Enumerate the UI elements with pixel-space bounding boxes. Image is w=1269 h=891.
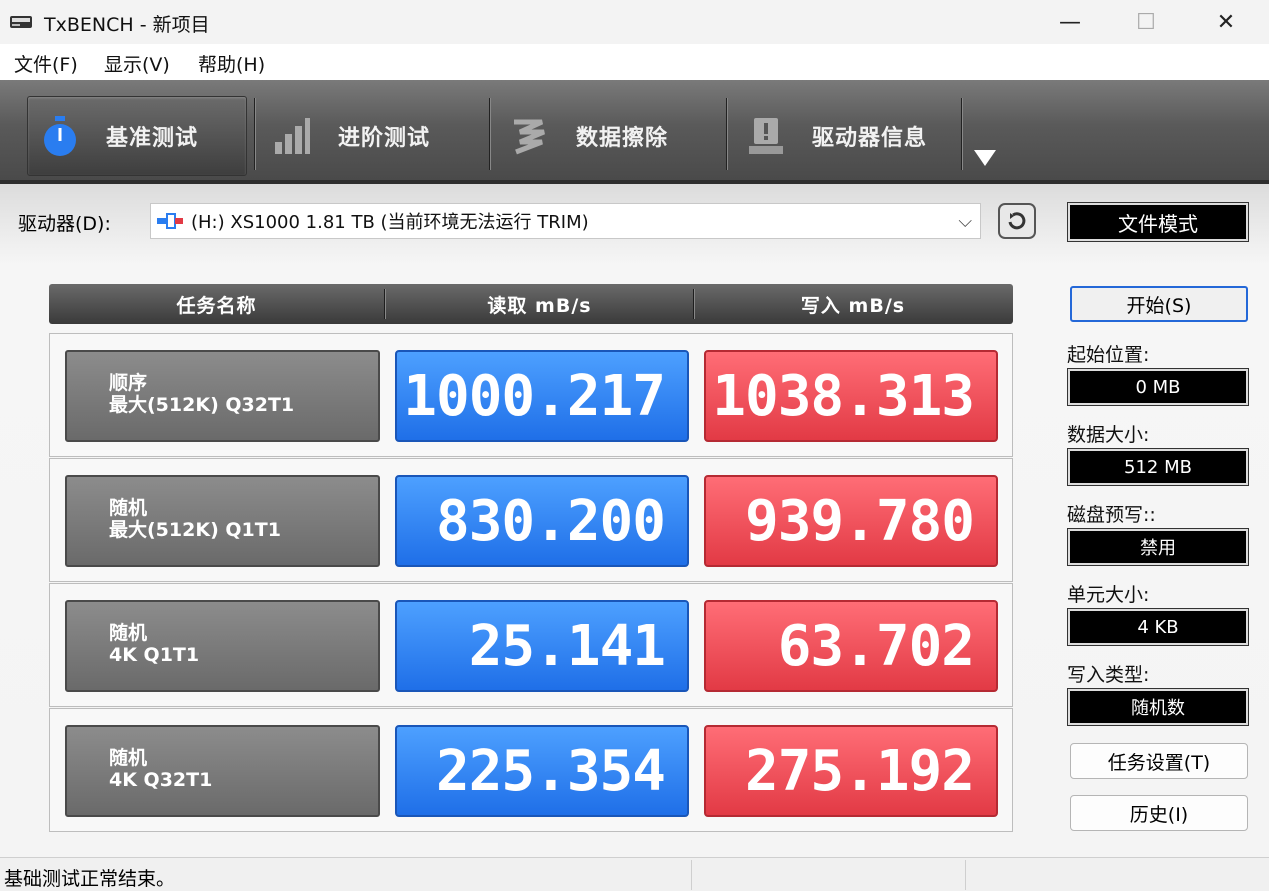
task-button[interactable]: 随机 最大(512K) Q1T1	[65, 475, 380, 567]
task-type: 随机	[109, 622, 148, 644]
start-button[interactable]: 开始(S)	[1070, 286, 1248, 322]
status-separator	[691, 860, 692, 890]
tab-benchmark-label: 基准测试	[106, 126, 199, 151]
main-panel: 驱动器(D): (H:) XS1000 1.81 TB (当前环境无法运行 TR…	[0, 184, 1269, 857]
task-settings-button[interactable]: 任务设置(T)	[1070, 743, 1248, 779]
tab-separator	[726, 98, 728, 170]
tab-benchmark[interactable]: 基准测试	[27, 96, 247, 176]
task-params: 4K Q1T1	[109, 644, 200, 666]
minimize-button[interactable]: —	[1030, 0, 1110, 44]
tab-separator	[489, 98, 491, 170]
maximize-button[interactable]: ☐	[1106, 0, 1186, 44]
menu-bar: 文件(F) 显示(V) 帮助(H)	[0, 44, 1269, 80]
tab-drive-info-label: 驱动器信息	[812, 126, 928, 151]
task-button[interactable]: 随机 4K Q1T1	[65, 600, 380, 692]
app-icon	[10, 16, 32, 28]
tab-erase[interactable]: 数据擦除	[510, 96, 668, 176]
data-size-value[interactable]: 512 MB	[1067, 448, 1249, 486]
read-value: 225.354	[395, 725, 689, 817]
result-row-4k-q32t1: 随机 4K Q32T1 225.354 275.192	[49, 708, 1013, 832]
result-row-rnd-q1t1: 随机 最大(512K) Q1T1 830.200 939.780	[49, 458, 1013, 582]
results-header: 任务名称 读取 mB/s 写入 mB/s	[49, 284, 1013, 324]
stopwatch-icon	[44, 116, 76, 156]
menu-help[interactable]: 帮助(H)	[198, 50, 265, 77]
tab-separator	[961, 98, 963, 170]
tab-drive-info[interactable]: 驱动器信息	[746, 96, 927, 176]
header-task: 任务名称	[176, 294, 257, 317]
write-type-label: 写入类型:	[1067, 664, 1150, 686]
header-read: 读取 mB/s	[487, 294, 592, 317]
read-value: 25.141	[395, 600, 689, 692]
read-value: 1000.217	[395, 350, 689, 442]
close-button[interactable]: ✕	[1186, 0, 1266, 44]
status-bar: 基础测试正常结束。	[0, 857, 1269, 891]
unit-size-label: 单元大小:	[1067, 584, 1150, 606]
prewrite-value[interactable]: 禁用	[1067, 528, 1249, 566]
window-title: TxBENCH - 新项目	[44, 14, 210, 36]
file-mode-button[interactable]: 文件模式	[1067, 202, 1249, 242]
write-type-value[interactable]: 随机数	[1067, 688, 1249, 726]
result-row-seq-q32t1: 顺序 最大(512K) Q32T1 1000.217 1038.313	[49, 333, 1013, 457]
unit-size-value[interactable]: 4 KB	[1067, 608, 1249, 646]
start-position-value[interactable]: 0 MB	[1067, 368, 1249, 406]
start-position-label: 起始位置:	[1067, 344, 1150, 366]
task-params: 最大(512K) Q32T1	[109, 394, 295, 416]
read-value: 830.200	[395, 475, 689, 567]
drive-select-value: (H:) XS1000 1.81 TB (当前环境无法运行 TRIM)	[191, 212, 589, 233]
eraser-icon	[514, 119, 545, 155]
task-params: 最大(512K) Q1T1	[109, 519, 281, 541]
write-value: 63.702	[704, 600, 998, 692]
history-button[interactable]: 历史(I)	[1070, 795, 1248, 831]
menu-view[interactable]: 显示(V)	[104, 50, 170, 77]
drive-info-icon	[749, 118, 783, 154]
tab-advanced-label: 进阶测试	[338, 126, 431, 151]
toolbar: 基准测试 进阶测试 数据擦除 驱动器信息	[0, 80, 1269, 184]
tab-erase-label: 数据擦除	[576, 126, 669, 151]
write-value: 1038.313	[704, 350, 998, 442]
refresh-button[interactable]	[998, 203, 1036, 239]
prewrite-label: 磁盘预写::	[1067, 504, 1156, 526]
bar-chart-icon	[275, 118, 310, 154]
drive-select[interactable]: (H:) XS1000 1.81 TB (当前环境无法运行 TRIM) ⌵	[150, 203, 981, 239]
tab-separator	[254, 98, 256, 170]
data-size-label: 数据大小:	[1067, 424, 1150, 446]
task-type: 顺序	[109, 372, 148, 394]
chevron-down-icon: ⌵	[958, 211, 972, 232]
menu-file[interactable]: 文件(F)	[14, 50, 78, 77]
task-type: 随机	[109, 747, 148, 769]
write-value: 275.192	[704, 725, 998, 817]
drive-label: 驱动器(D):	[18, 213, 111, 235]
write-value: 939.780	[704, 475, 998, 567]
usb-drive-icon	[157, 213, 183, 229]
refresh-icon	[1008, 212, 1026, 230]
task-button[interactable]: 随机 4K Q32T1	[65, 725, 380, 817]
more-tabs-arrow-icon[interactable]	[974, 150, 996, 166]
task-button[interactable]: 顺序 最大(512K) Q32T1	[65, 350, 380, 442]
status-separator	[965, 860, 966, 890]
result-row-4k-q1t1: 随机 4K Q1T1 25.141 63.702	[49, 583, 1013, 707]
title-bar: TxBENCH - 新项目 — ☐ ✕	[0, 0, 1269, 44]
tab-advanced[interactable]: 进阶测试	[272, 96, 430, 176]
task-params: 4K Q32T1	[109, 769, 213, 791]
status-text: 基础测试正常结束。	[4, 868, 176, 890]
header-write: 写入 mB/s	[800, 294, 906, 317]
task-type: 随机	[109, 497, 148, 519]
